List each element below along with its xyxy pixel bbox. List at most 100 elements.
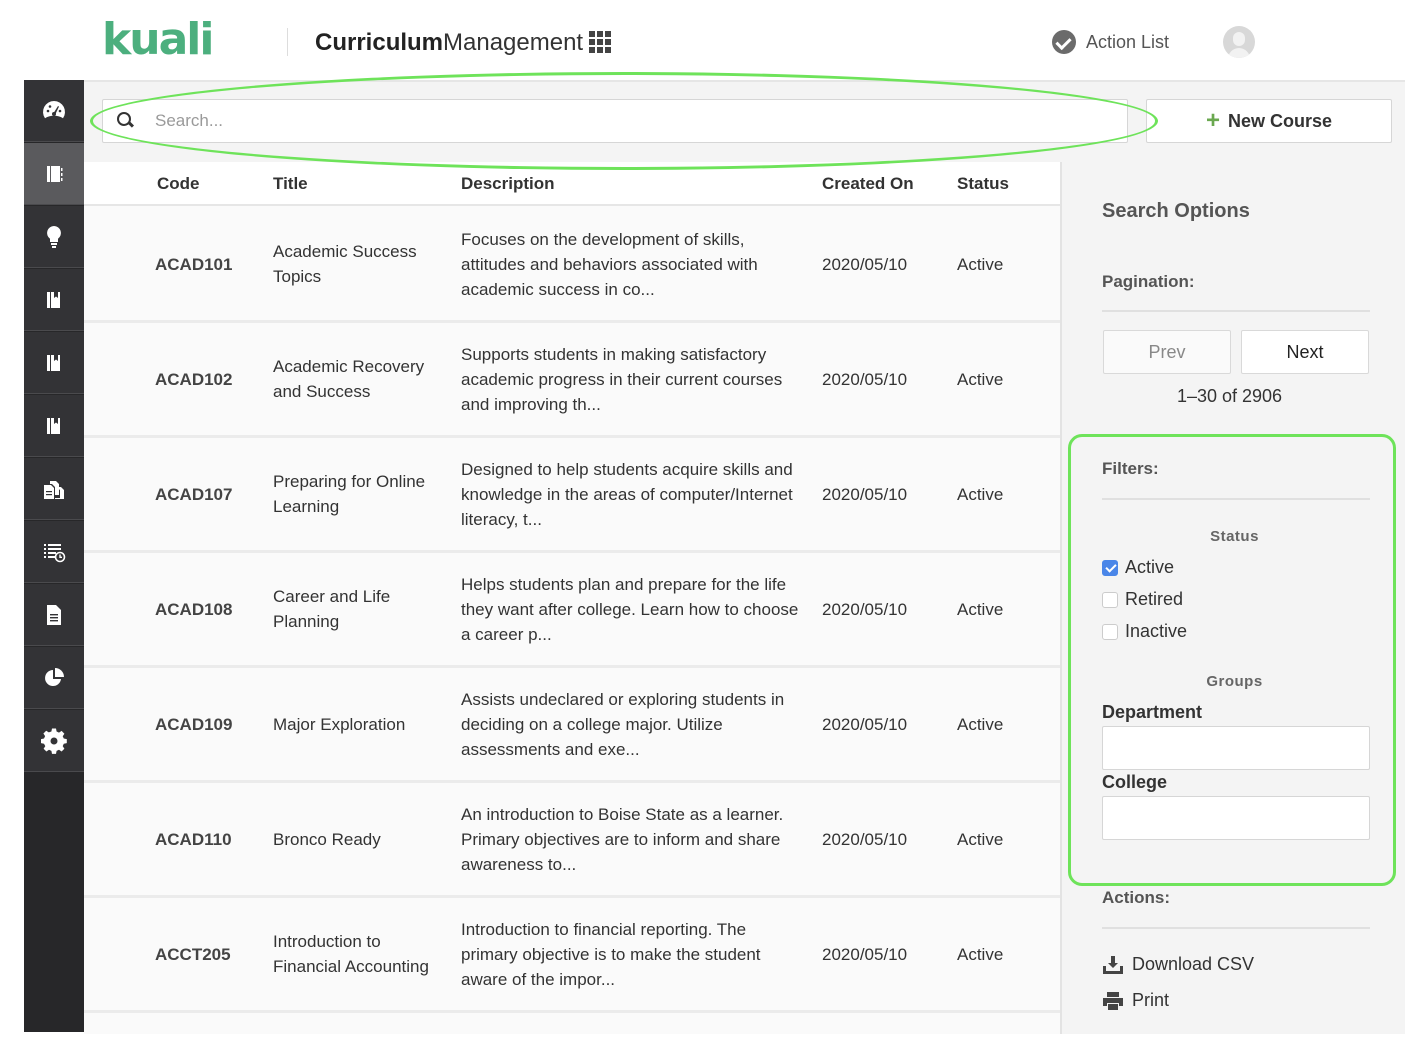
cell-created-on: 2020/05/10 bbox=[822, 830, 908, 849]
column-header-created-on[interactable]: Created On bbox=[822, 174, 914, 194]
app-title-bold: Curriculum bbox=[315, 29, 444, 56]
action-list-link[interactable]: Action List bbox=[1052, 30, 1169, 54]
actions-label: Actions: bbox=[1102, 888, 1170, 907]
download-csv-button[interactable]: Download CSV bbox=[1102, 954, 1254, 975]
new-course-button[interactable]: + New Course bbox=[1146, 99, 1392, 143]
department-field[interactable] bbox=[1102, 726, 1370, 770]
sidebar-item-document[interactable] bbox=[24, 584, 84, 646]
cell-description: Designed to help students acquire skills… bbox=[461, 460, 793, 529]
cell-title: Preparing for Online Learning bbox=[273, 472, 426, 516]
column-header-code[interactable]: Code bbox=[157, 174, 200, 194]
cell-status: Active bbox=[957, 600, 1004, 619]
sidebar-item-dashboard[interactable] bbox=[24, 80, 84, 142]
cell-created-on: 2020/05/10 bbox=[822, 600, 908, 619]
documents-stack-icon bbox=[44, 480, 64, 499]
checkbox-label: Inactive bbox=[1125, 621, 1188, 641]
sidebar-item-programs[interactable] bbox=[24, 269, 84, 331]
cell-status: Active bbox=[957, 485, 1004, 504]
cell-created-on: 2020/05/10 bbox=[822, 715, 908, 734]
search-options-title: Search Options bbox=[1102, 200, 1250, 222]
sidebar-item-reports[interactable] bbox=[24, 647, 84, 709]
column-header-status[interactable]: Status bbox=[957, 174, 1009, 194]
programs-book-icon bbox=[47, 291, 60, 308]
status-filter-retired[interactable]: Retired bbox=[1102, 589, 1183, 610]
cell-description: Focuses on the development of skills, at… bbox=[461, 230, 758, 299]
cell-code: ACCT205 bbox=[155, 945, 231, 964]
table-row[interactable]: ACAD110 Bronco Ready An introduction to Bo… bbox=[84, 783, 1060, 898]
pagination-label: Pagination: bbox=[1102, 272, 1195, 291]
check-circle-icon bbox=[1052, 30, 1076, 54]
cell-description: An introduction to Boise State as a lear… bbox=[461, 805, 784, 874]
checkbox-retired[interactable] bbox=[1102, 591, 1118, 608]
checkbox-label: Retired bbox=[1125, 589, 1184, 609]
experiences-book-icon bbox=[47, 417, 60, 434]
action-list-label: Action List bbox=[1086, 31, 1170, 52]
courses-book-icon bbox=[47, 165, 63, 182]
pie-chart-icon bbox=[45, 667, 64, 686]
filters-label: Filters: bbox=[1102, 459, 1159, 478]
sidebar-item-specializations[interactable] bbox=[24, 332, 84, 394]
cell-created-on: 2020/05/10 bbox=[822, 945, 908, 964]
cell-created-on: 2020/05/10 bbox=[822, 485, 908, 504]
table-row[interactable]: ACAD108 Career and Life Planning Helps stu… bbox=[84, 553, 1060, 668]
download-csv-label: Download CSV bbox=[1132, 954, 1255, 974]
sidebar-item-logs[interactable] bbox=[24, 521, 84, 583]
cell-status: Active bbox=[957, 255, 1004, 274]
specializations-book-icon bbox=[47, 354, 60, 371]
divider bbox=[1102, 310, 1370, 312]
cell-code: ACAD109 bbox=[155, 715, 233, 734]
department-label: Department bbox=[1102, 702, 1203, 722]
top-header: kuali CurriculumManagement Action List bbox=[0, 0, 1424, 80]
status-group-label: Status bbox=[1210, 528, 1259, 545]
college-field[interactable] bbox=[1102, 796, 1370, 840]
sidebar-item-documents[interactable] bbox=[24, 458, 84, 520]
cell-status: Active bbox=[957, 830, 1004, 849]
kuali-logo[interactable]: kuali bbox=[102, 14, 214, 65]
search-input[interactable] bbox=[155, 111, 1055, 131]
sidebar-item-courses[interactable] bbox=[24, 143, 84, 205]
table-header: Code Title Description Created On Status bbox=[84, 162, 1060, 206]
cell-description: Introduction to financial reporting. The… bbox=[461, 920, 761, 989]
user-avatar[interactable] bbox=[1223, 26, 1255, 58]
cell-code: ACAD101 bbox=[155, 255, 233, 274]
search-icon bbox=[117, 112, 135, 130]
prev-page-button[interactable]: Prev bbox=[1103, 330, 1231, 374]
sidebar-item-experiences[interactable] bbox=[24, 395, 84, 457]
column-header-title[interactable]: Title bbox=[273, 174, 308, 194]
table-row[interactable]: ACCT205 Introduction to Financial Account… bbox=[84, 898, 1060, 1013]
next-page-button[interactable]: Next bbox=[1241, 330, 1369, 374]
sidebar-item-ideas[interactable] bbox=[24, 206, 84, 268]
groups-label: Groups bbox=[1206, 673, 1263, 690]
cell-description: Assists undeclared or exploring students… bbox=[461, 690, 785, 759]
gear-icon bbox=[41, 728, 67, 754]
divider bbox=[1102, 927, 1370, 929]
table-row[interactable]: ACAD109 Major Exploration Assists undeclar… bbox=[84, 668, 1060, 783]
table-row[interactable]: ACAD101 Academic Success Topics Focuses on… bbox=[84, 208, 1060, 323]
lightbulb-icon bbox=[47, 225, 61, 248]
table-row[interactable]: ACAD107 Preparing for Online Learning Desi… bbox=[84, 438, 1060, 553]
pagination-range: 1–30 of 2906 bbox=[1176, 386, 1283, 406]
cell-code: ACAD102 bbox=[155, 370, 233, 389]
cell-title: Career and Life Planning bbox=[273, 587, 391, 631]
search-box[interactable] bbox=[102, 99, 1128, 143]
cell-code: ACAD110 bbox=[155, 830, 232, 849]
app-title: CurriculumManagement bbox=[315, 29, 583, 57]
table-row[interactable]: ACAD102 Academic Recovery and Success Supp… bbox=[84, 323, 1060, 438]
print-label: Print bbox=[1132, 990, 1170, 1010]
document-icon bbox=[47, 604, 61, 625]
cell-description: Helps students plan and prepare for the … bbox=[461, 575, 799, 644]
main-content: + New Course Code Title Description Crea… bbox=[84, 80, 1405, 1034]
print-button[interactable]: Print bbox=[1102, 990, 1169, 1011]
sidebar-item-settings[interactable] bbox=[24, 710, 84, 772]
divider bbox=[1102, 498, 1370, 500]
status-filter-inactive[interactable]: Inactive bbox=[1102, 621, 1187, 642]
list-clock-icon bbox=[44, 543, 66, 562]
cell-status: Active bbox=[957, 370, 1004, 389]
checkbox-active[interactable] bbox=[1102, 559, 1118, 576]
header-divider bbox=[287, 28, 288, 56]
app-grid-icon[interactable] bbox=[589, 31, 611, 53]
column-header-description[interactable]: Description bbox=[461, 174, 555, 194]
status-filter-active[interactable]: Active bbox=[1102, 557, 1174, 578]
checkbox-inactive[interactable] bbox=[1102, 623, 1118, 640]
download-icon bbox=[1103, 955, 1123, 974]
